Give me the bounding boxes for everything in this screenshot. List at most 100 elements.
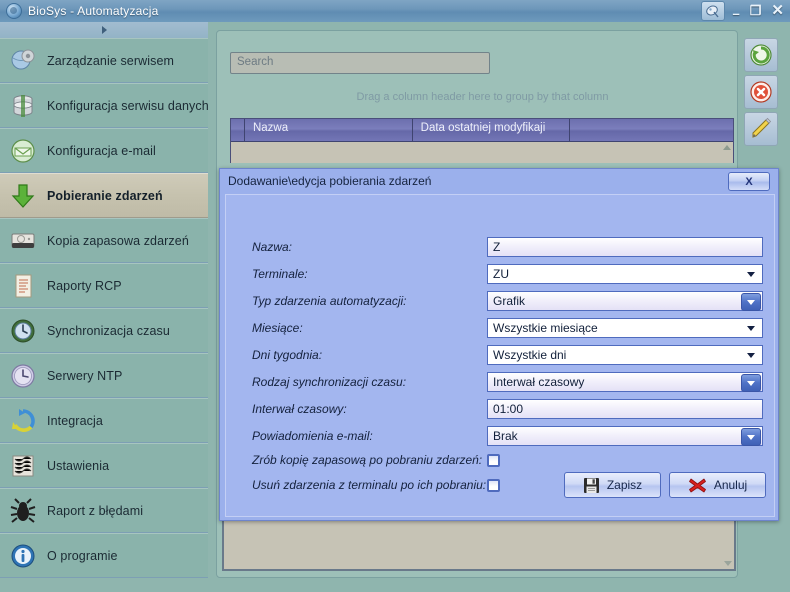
minimize-button[interactable]: – [731,7,742,21]
search-input[interactable]: Search [230,52,490,74]
red-x-cancel-icon [688,478,706,492]
window-controls: – ❐ ✕ [700,0,786,22]
field-combo-1[interactable]: ZU [487,264,763,284]
chevron-down-icon[interactable] [747,326,755,331]
sidebar-item-1[interactable]: Konfiguracja serwisu danych [0,83,208,128]
dropdown-button-icon[interactable] [741,374,761,392]
field-label-2: Typ zdarzenia automatyzacji: [252,294,407,308]
field-value: Wszystkie dni [493,348,567,362]
sidebar-item-2[interactable]: Konfiguracja e-mail [0,128,208,173]
integration-refresh-icon [8,406,38,436]
sidebar-item-label: Pobieranie zdarzeń [47,188,163,203]
database-icon [8,91,38,121]
sidebar-item-8[interactable]: Integracja [0,398,208,443]
grid-indicator-cell [231,119,245,141]
group-by-hint: Drag a column header here to group by th… [356,91,609,103]
sidebar-item-10[interactable]: Raport z błędami [0,488,208,533]
sidebar-item-6[interactable]: Synchronizacja czasu [0,308,208,353]
dialog-titlebar: Dodawanie\edycja pobierania zdarzeń [220,169,778,192]
close-button[interactable]: ✕ [769,3,786,18]
chevron-down-icon[interactable] [747,353,755,358]
window-title: BioSys - Automatyzacja [28,4,159,18]
sidebar-item-label: O programie [47,548,118,563]
sidebar-item-4[interactable]: Kopia zapasowa zdarzeń [0,218,208,263]
field-combo-4[interactable]: Wszystkie dni [487,345,763,365]
field-label-4: Dni tygodnia: [252,348,323,362]
satellite-dish-icon[interactable] [700,1,725,21]
field-input-6[interactable]: 01:00 [487,399,763,419]
field-value: Z [493,240,501,254]
field-lookup-5[interactable]: Interwał czasowy [487,372,763,392]
sidebar-item-9[interactable]: Ustawienia [0,443,208,488]
sidebar-item-11[interactable]: O programie [0,533,208,578]
checkbox-label-0: Zrób kopię zapasową po pobraniu zdarzeń: [252,453,483,467]
cancel-button-label: Anuluj [713,478,748,492]
field-combo-3[interactable]: Wszystkie miesiące [487,318,763,338]
grid-toolbar [744,38,778,146]
sidebar-item-label: Integracja [47,413,103,428]
dialog-title: Dodawanie\edycja pobierania zdarzeń [228,173,432,188]
chevron-down-icon[interactable] [747,272,755,277]
sidebar-item-label: Ustawienia [47,458,110,473]
hard-drive-icon [8,226,38,256]
grid-column-nazwa[interactable]: Nazwa [245,119,413,141]
clock-icon [8,361,38,391]
field-value: ZU [493,267,509,281]
sidebar-item-label: Zarządzanie serwisem [47,53,175,68]
edit-event-dialog: Dodawanie\edycja pobierania zdarzeń X Na… [219,168,779,521]
field-lookup-7[interactable]: Brak [487,426,763,446]
field-label-7: Powiadomienia e-mail: [252,429,373,443]
field-label-1: Terminale: [252,267,308,281]
bottom-detail-pane [222,519,736,571]
bug-icon [8,496,38,526]
edit-button[interactable] [744,112,778,146]
field-value: Grafik [493,294,526,308]
dialog-close-button[interactable]: X [728,172,770,191]
sidebar-item-label: Synchronizacja czasu [47,323,170,338]
checkbox-0[interactable] [487,454,500,467]
settings-icon [8,451,38,481]
dropdown-button-icon[interactable] [741,293,761,311]
save-button[interactable]: Zapisz [564,472,661,498]
field-value: 01:00 [493,402,524,416]
field-value: Wszystkie miesiące [493,321,598,335]
field-value: Interwał czasowy [493,375,585,389]
sidebar-item-7[interactable]: Serwery NTP [0,353,208,398]
delete-button[interactable] [744,75,778,109]
window-titlebar: BioSys - Automatyzacja – ❐ ✕ [0,0,790,23]
grid-body [231,142,733,163]
yellow-pencil-icon [752,117,772,138]
app-icon [6,3,22,19]
maximize-button[interactable]: ❐ [748,4,764,18]
sidebar-item-label: Raporty RCP [47,278,122,293]
field-lookup-2[interactable]: Grafik [487,291,763,311]
service-gear-globe-icon [8,46,38,76]
info-icon [8,541,38,571]
checkbox-1[interactable] [487,479,500,492]
sidebar-item-5[interactable]: Raporty RCP [0,263,208,308]
green-down-arrow-icon [8,181,38,211]
field-value: Brak [493,429,518,443]
add-refresh-button[interactable] [744,38,778,72]
field-label-0: Nazwa: [252,240,293,254]
dialog-body: Nazwa: Z Terminale: ZU Typ zdarzenia automat… [225,194,775,517]
checkbox-label-1: Usuń zdarzenia z terminalu po ich pobran… [252,478,487,492]
document-report-icon [8,271,38,301]
grid-scroll-up-icon[interactable] [721,143,732,164]
sidebar-scroll-arrow-icon[interactable] [0,22,208,38]
sidebar-item-3[interactable]: Pobieranie zdarzeń [0,173,208,218]
field-input-0[interactable]: Z [487,237,763,257]
bottom-pane-scroll-down-icon[interactable] [722,522,733,568]
clock-sync-icon [8,316,38,346]
dropdown-button-icon[interactable] [741,428,761,446]
field-label-5: Rodzaj synchronizacji czasu: [252,375,407,389]
cancel-button[interactable]: Anuluj [669,472,766,498]
grid-header-row: Nazwa Data ostatniej modyfikaji [231,119,733,142]
grid-column-data-modyfikacji[interactable]: Data ostatniej modyfikaji [413,119,571,141]
field-label-6: Interwał czasowy: [252,402,347,416]
green-refresh-icon [750,44,772,66]
grid-column-empty[interactable] [570,119,733,141]
sidebar-item-label: Raport z błędami [47,503,144,518]
sidebar-item-0[interactable]: Zarządzanie serwisem [0,38,208,83]
floppy-save-icon [583,477,599,493]
